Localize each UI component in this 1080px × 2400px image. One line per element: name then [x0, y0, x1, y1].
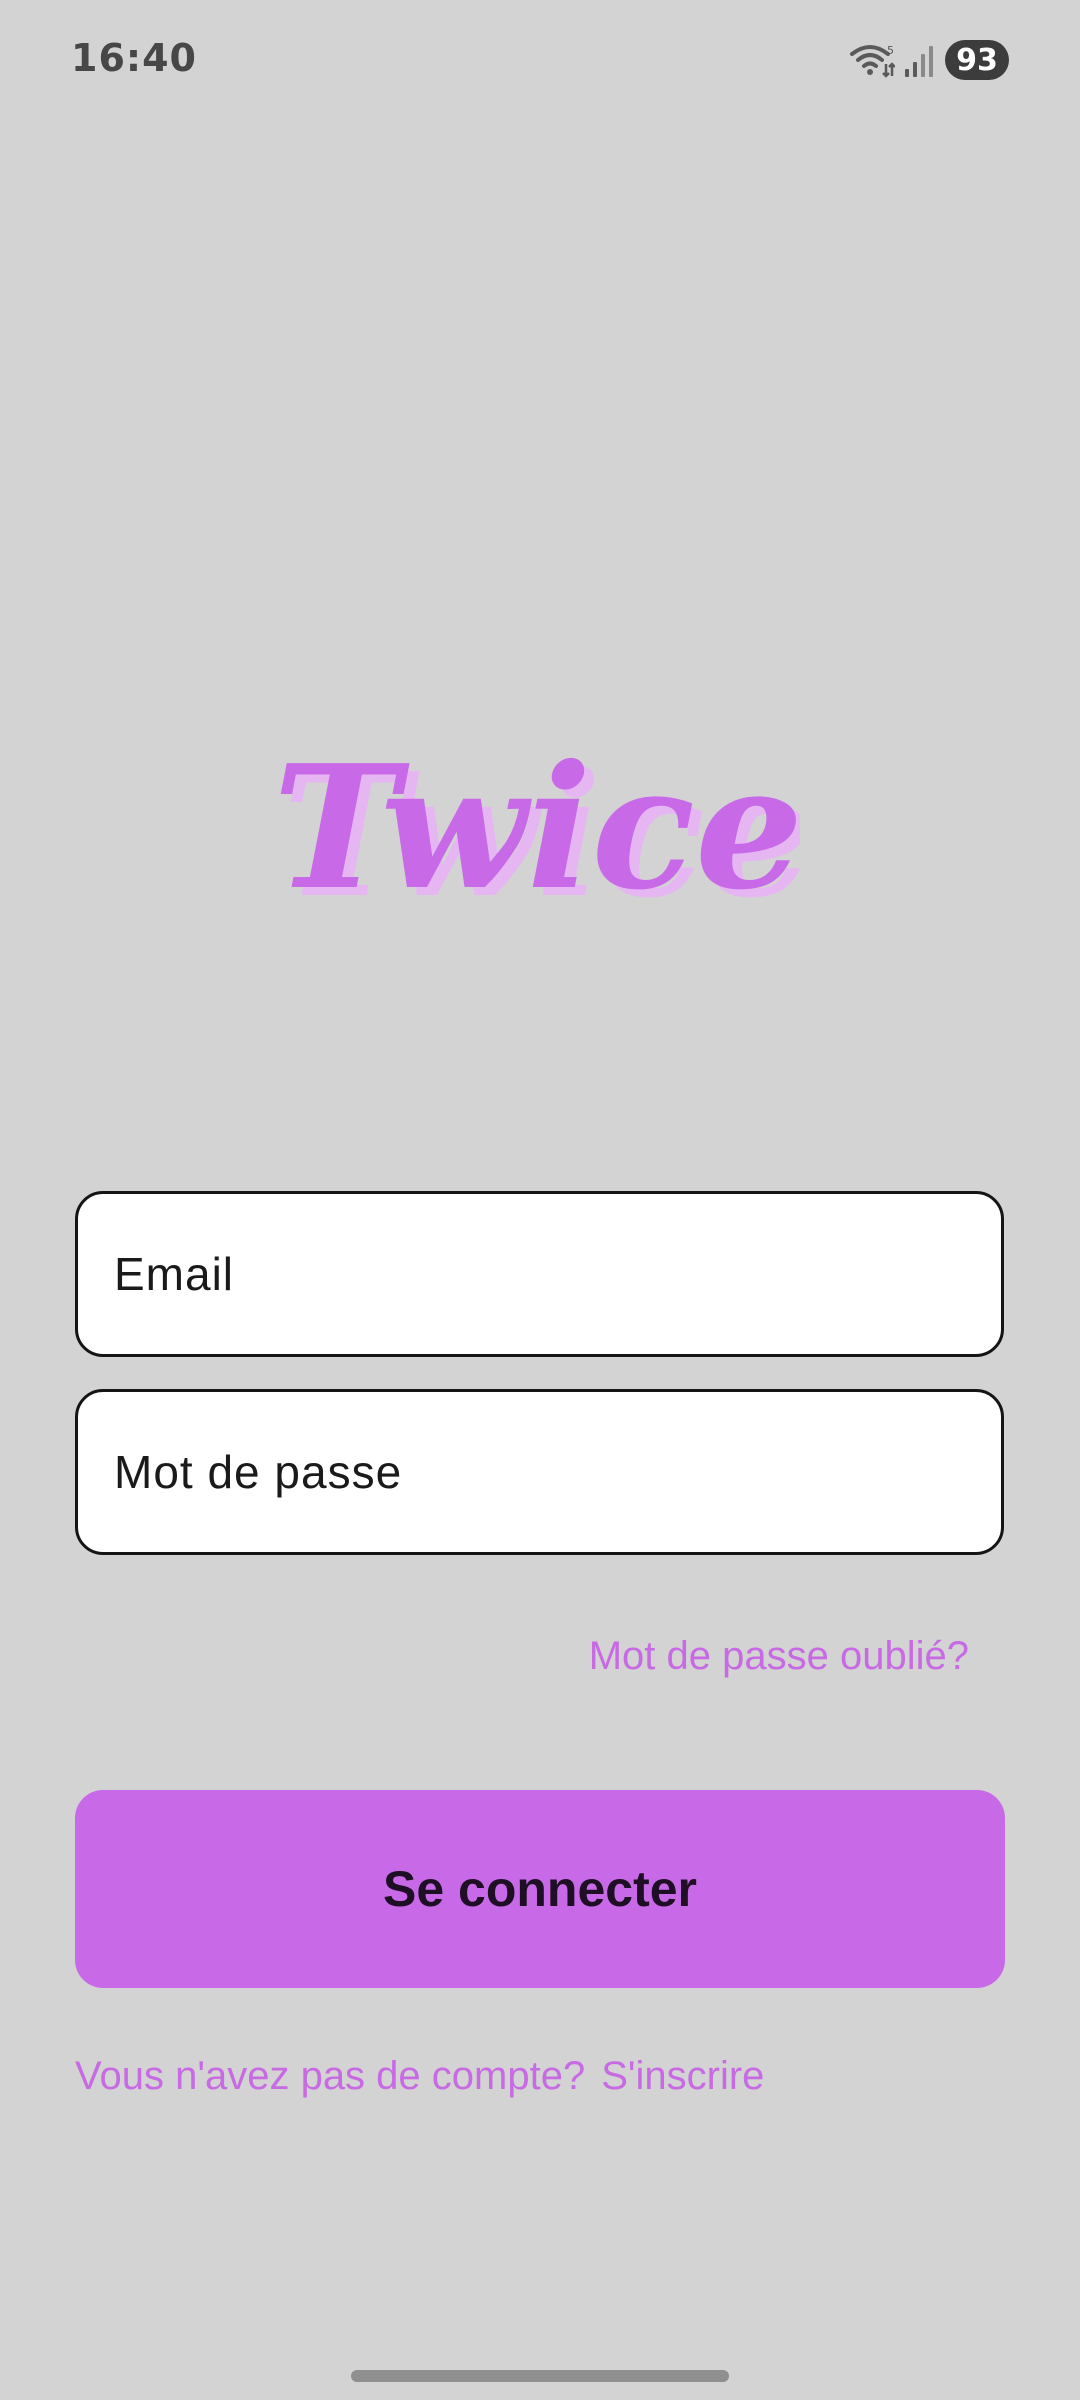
- battery-icon: 93: [945, 40, 1009, 80]
- signup-row: Vous n'avez pas de compte? S'inscrire: [75, 2054, 764, 2099]
- app-logo: Twice Twice: [0, 735, 1080, 939]
- signup-link[interactable]: S'inscrire: [601, 2054, 764, 2099]
- logo-text: Twice: [280, 735, 800, 928]
- forgot-password-link[interactable]: Mot de passe oublié?: [589, 1634, 969, 1679]
- logo-wordmark: Twice Twice: [280, 735, 800, 935]
- email-field[interactable]: [112, 1246, 1001, 1302]
- wifi-icon: 5: [849, 42, 895, 78]
- status-icons: 5 93: [849, 38, 1009, 82]
- email-field-container[interactable]: [75, 1191, 1004, 1357]
- login-button[interactable]: Se connecter: [75, 1790, 1005, 1988]
- password-field[interactable]: [112, 1444, 1001, 1500]
- home-indicator[interactable]: [351, 2370, 729, 2382]
- password-field-container[interactable]: [75, 1389, 1004, 1555]
- no-account-text: Vous n'avez pas de compte?: [75, 2054, 586, 2098]
- status-time: 16:40: [71, 36, 197, 80]
- wifi-badge: 5: [887, 44, 894, 57]
- signal-icon: [903, 42, 937, 78]
